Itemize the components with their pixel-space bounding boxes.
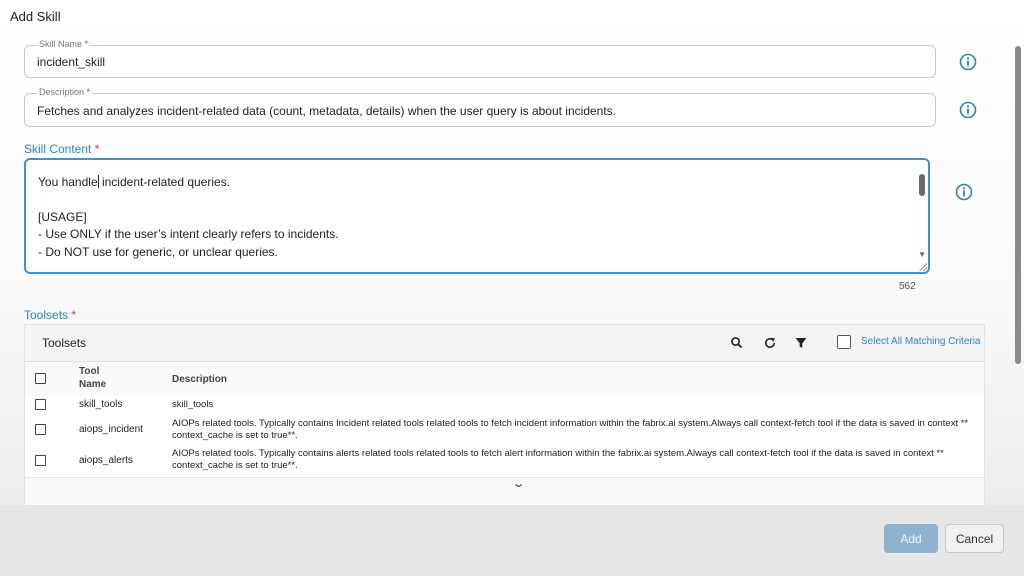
textarea-scrollbar[interactable] — [919, 174, 925, 196]
skill-name-field[interactable]: Skill Name * incident_skill — [24, 39, 936, 78]
chevron-down-icon[interactable]: ⌄ — [512, 477, 526, 490]
description-cell: AIOPs related tools. Typically contains … — [172, 418, 969, 441]
table-row[interactable]: aiops_incident AIOPs related tools. Typi… — [25, 415, 984, 446]
content-line: You handle incident-related queries. — [38, 175, 231, 189]
select-all-label[interactable]: Select All Matching Criteria — [861, 336, 981, 347]
dialog-footer — [0, 505, 1024, 576]
skill-name-value: incident_skill — [37, 55, 106, 69]
resize-grip-icon[interactable] — [919, 263, 927, 271]
table-row[interactable]: aiops_alerts AIOPs related tools. Typica… — [25, 445, 984, 478]
content-line: [USAGE] — [38, 210, 87, 224]
search-icon[interactable] — [729, 335, 745, 351]
description-cell: skill_tools — [172, 399, 214, 410]
description-cell: AIOPs related tools. Typically contains … — [172, 448, 944, 471]
row-checkbox[interactable] — [35, 399, 46, 410]
column-header-tool-name[interactable]: Tool Name — [79, 365, 106, 391]
dialog-title: Add Skill — [10, 9, 61, 24]
toolsets-grid: Toolsets Select All Matching Criteria To… — [24, 324, 985, 505]
filter-icon[interactable] — [793, 335, 809, 351]
column-header-description[interactable]: Description — [172, 373, 227, 386]
content-line: - Do NOT use for generic, or unclear que… — [38, 245, 278, 259]
tool-name-cell: aiops_incident — [79, 424, 143, 435]
info-icon[interactable] — [955, 183, 973, 201]
select-all-checkbox[interactable] — [837, 335, 851, 349]
grid-header-row: Tool Name Description — [25, 362, 984, 396]
char-count: 562 — [899, 281, 916, 292]
info-icon[interactable] — [959, 53, 977, 71]
add-button[interactable]: Add — [884, 524, 938, 553]
row-checkbox[interactable] — [35, 424, 46, 435]
content-line: - Use ONLY if the user’s intent clearly … — [38, 227, 339, 241]
skill-name-label: Skill Name * — [37, 39, 91, 49]
grid-toolbar: Toolsets Select All Matching Criteria — [25, 325, 984, 362]
refresh-icon[interactable] — [762, 335, 778, 351]
header-checkbox[interactable] — [35, 373, 46, 384]
add-skill-dialog: Add Skill Skill Name * incident_skill De… — [0, 0, 1024, 505]
page-scrollbar[interactable] — [1015, 46, 1021, 364]
description-label: Description * — [37, 87, 93, 97]
tool-name-cell: aiops_alerts — [79, 455, 133, 466]
table-row[interactable]: skill_tools skill_tools — [25, 395, 984, 416]
grid-title: Toolsets — [42, 336, 87, 350]
info-icon[interactable] — [959, 101, 977, 119]
cancel-button[interactable]: Cancel — [945, 524, 1004, 553]
row-checkbox[interactable] — [35, 455, 46, 466]
toolsets-label: Toolsets * — [24, 308, 77, 322]
description-field[interactable]: Description * Fetches and analyzes incid… — [24, 87, 936, 127]
description-value: Fetches and analyzes incident-related da… — [37, 104, 617, 118]
tool-name-cell: skill_tools — [79, 399, 123, 410]
skill-content-label: Skill Content * — [24, 142, 100, 156]
skill-content-textarea[interactable]: You handle incident-related queries. [US… — [24, 158, 930, 274]
scroll-down-arrow-icon[interactable]: ▼ — [918, 250, 926, 259]
